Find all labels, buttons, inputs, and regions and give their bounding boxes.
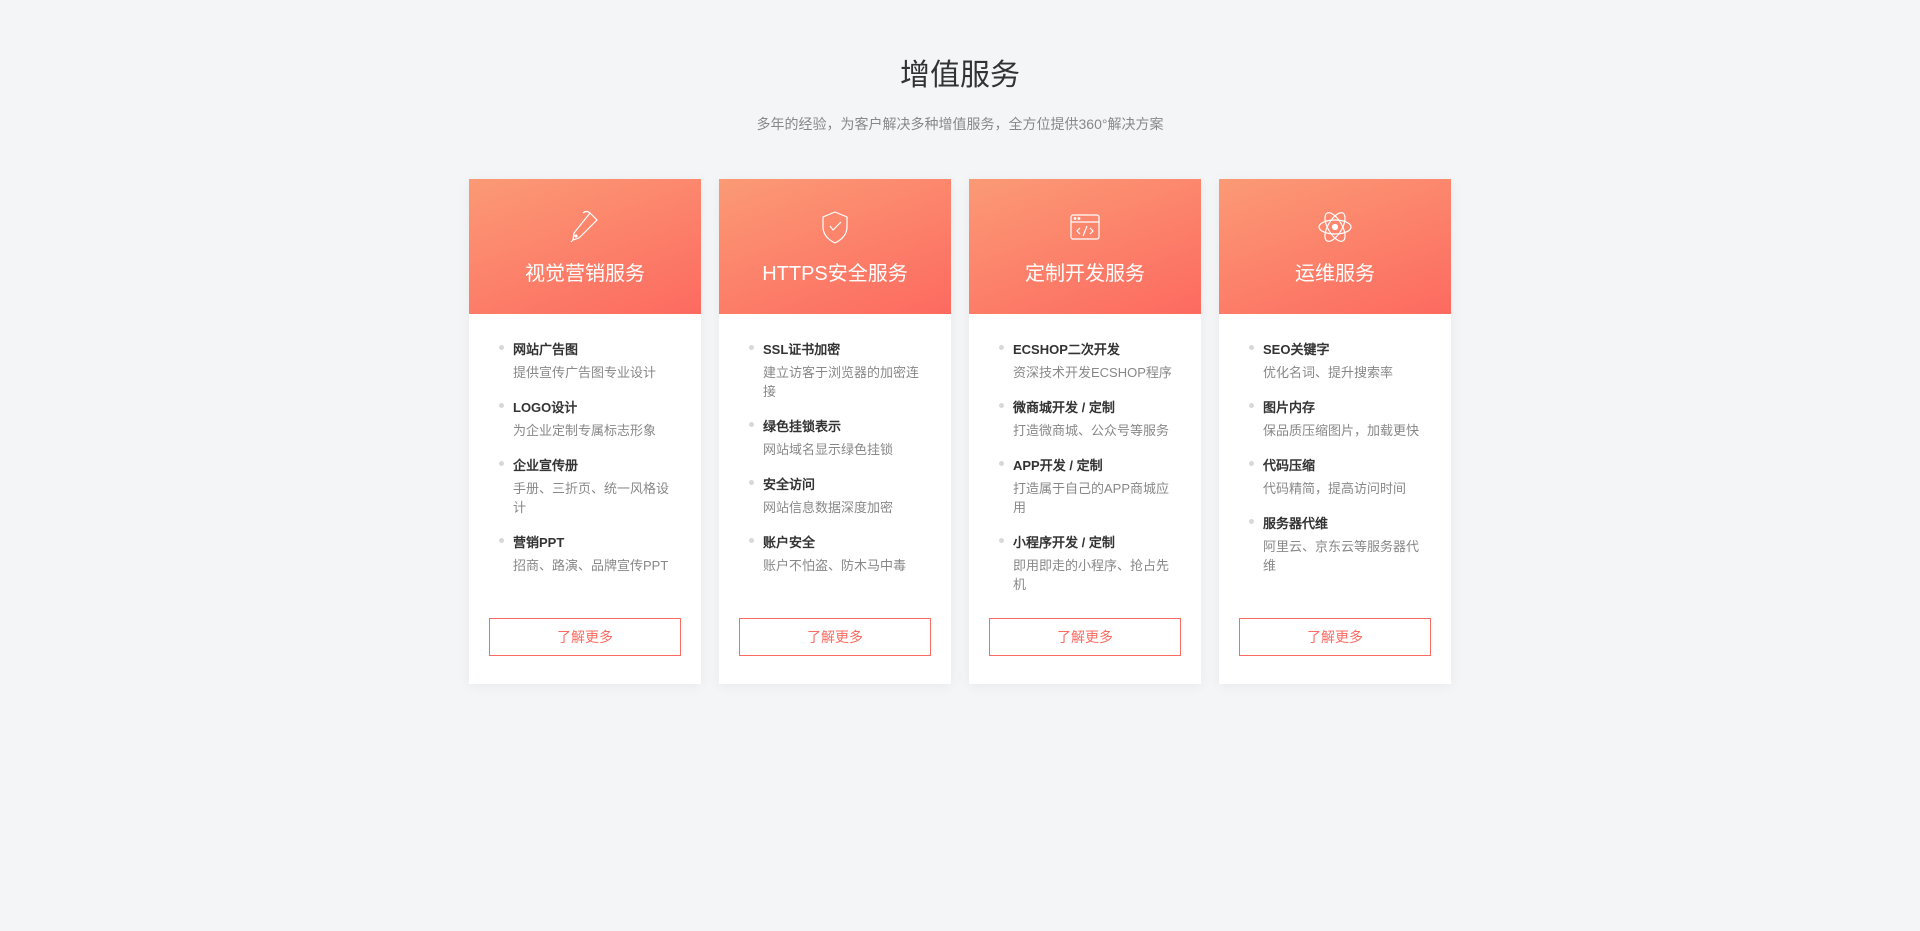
card-footer: 了解更多 <box>719 618 951 684</box>
feature-title: 微商城开发 / 定制 <box>1013 397 1181 416</box>
learn-more-button[interactable]: 了解更多 <box>989 618 1181 656</box>
feature-title: 网站广告图 <box>513 339 681 358</box>
feature-title: 营销PPT <box>513 532 681 551</box>
feature-desc: 阿里云、京东云等服务器代维 <box>1263 536 1431 574</box>
card-title: 运维服务 <box>1295 257 1375 286</box>
feature-item: 服务器代维 阿里云、京东云等服务器代维 <box>1249 513 1431 574</box>
card-header: 运维服务 <box>1219 179 1451 314</box>
feature-desc: 代码精简，提高访问时间 <box>1263 478 1431 497</box>
feature-desc: 网站信息数据深度加密 <box>763 497 931 516</box>
card-header: 定制开发服务 <box>969 179 1201 314</box>
feature-item: 企业宣传册 手册、三折页、统一风格设计 <box>499 455 681 516</box>
card-https-security: HTTPS安全服务 SSL证书加密 建立访客于浏览器的加密连接 绿色挂锁表示 网… <box>719 179 951 684</box>
feature-title: SEO关键字 <box>1263 339 1431 358</box>
feature-item: 绿色挂锁表示 网站域名显示绿色挂锁 <box>749 416 931 458</box>
feature-list: SSL证书加密 建立访客于浏览器的加密连接 绿色挂锁表示 网站域名显示绿色挂锁 … <box>749 339 931 574</box>
learn-more-button[interactable]: 了解更多 <box>739 618 931 656</box>
cards-row: 视觉营销服务 网站广告图 提供宣传广告图专业设计 LOGO设计 为企业定制专属标… <box>0 179 1920 684</box>
page-title: 增值服务 <box>0 50 1920 94</box>
card-title: 定制开发服务 <box>1025 257 1145 286</box>
feature-item: 账户安全 账户不怕盗、防木马中毒 <box>749 532 931 574</box>
feature-item: 网站广告图 提供宣传广告图专业设计 <box>499 339 681 381</box>
feature-desc: 招商、路演、品牌宣传PPT <box>513 555 681 574</box>
card-body: SSL证书加密 建立访客于浏览器的加密连接 绿色挂锁表示 网站域名显示绿色挂锁 … <box>719 314 951 618</box>
feature-title: 账户安全 <box>763 532 931 551</box>
feature-title: 企业宣传册 <box>513 455 681 474</box>
feature-title: LOGO设计 <box>513 397 681 416</box>
card-title: 视觉营销服务 <box>525 257 645 286</box>
feature-title: 图片内存 <box>1263 397 1431 416</box>
feature-list: 网站广告图 提供宣传广告图专业设计 LOGO设计 为企业定制专属标志形象 企业宣… <box>499 339 681 574</box>
feature-desc: 账户不怕盗、防木马中毒 <box>763 555 931 574</box>
browser-icon <box>1065 207 1105 247</box>
feature-title: 代码压缩 <box>1263 455 1431 474</box>
feature-item: ECSHOP二次开发 资深技术开发ECSHOP程序 <box>999 339 1181 381</box>
card-footer: 了解更多 <box>969 618 1201 684</box>
feature-desc: 即用即走的小程序、抢占先机 <box>1013 555 1181 593</box>
feature-title: 安全访问 <box>763 474 931 493</box>
card-body: ECSHOP二次开发 资深技术开发ECSHOP程序 微商城开发 / 定制 打造微… <box>969 314 1201 618</box>
feature-list: ECSHOP二次开发 资深技术开发ECSHOP程序 微商城开发 / 定制 打造微… <box>999 339 1181 593</box>
card-custom-dev: 定制开发服务 ECSHOP二次开发 资深技术开发ECSHOP程序 微商城开发 /… <box>969 179 1201 684</box>
feature-desc: 打造微商城、公众号等服务 <box>1013 420 1181 439</box>
pen-icon <box>565 207 605 247</box>
atom-icon <box>1315 207 1355 247</box>
learn-more-button[interactable]: 了解更多 <box>1239 618 1431 656</box>
feature-item: 代码压缩 代码精简，提高访问时间 <box>1249 455 1431 497</box>
feature-item: LOGO设计 为企业定制专属标志形象 <box>499 397 681 439</box>
feature-desc: 优化名词、提升搜索率 <box>1263 362 1431 381</box>
feature-item: 小程序开发 / 定制 即用即走的小程序、抢占先机 <box>999 532 1181 593</box>
page-subtitle: 多年的经验，为客户解决多种增值服务，全方位提供360°解决方案 <box>0 114 1920 134</box>
feature-desc: 网站域名显示绿色挂锁 <box>763 439 931 458</box>
feature-title: APP开发 / 定制 <box>1013 455 1181 474</box>
feature-item: APP开发 / 定制 打造属于自己的APP商城应用 <box>999 455 1181 516</box>
feature-item: SEO关键字 优化名词、提升搜索率 <box>1249 339 1431 381</box>
card-footer: 了解更多 <box>469 618 701 684</box>
page-container: 增值服务 多年的经验，为客户解决多种增值服务，全方位提供360°解决方案 视觉营… <box>0 0 1920 684</box>
feature-desc: 提供宣传广告图专业设计 <box>513 362 681 381</box>
feature-title: ECSHOP二次开发 <box>1013 339 1181 358</box>
feature-item: 图片内存 保品质压缩图片，加载更快 <box>1249 397 1431 439</box>
feature-desc: 保品质压缩图片，加载更快 <box>1263 420 1431 439</box>
card-visual-marketing: 视觉营销服务 网站广告图 提供宣传广告图专业设计 LOGO设计 为企业定制专属标… <box>469 179 701 684</box>
card-title: HTTPS安全服务 <box>762 257 908 286</box>
feature-desc: 为企业定制专属标志形象 <box>513 420 681 439</box>
feature-title: 绿色挂锁表示 <box>763 416 931 435</box>
feature-item: 微商城开发 / 定制 打造微商城、公众号等服务 <box>999 397 1181 439</box>
shield-icon <box>815 207 855 247</box>
feature-desc: 打造属于自己的APP商城应用 <box>1013 478 1181 516</box>
feature-title: 服务器代维 <box>1263 513 1431 532</box>
feature-item: SSL证书加密 建立访客于浏览器的加密连接 <box>749 339 931 400</box>
card-footer: 了解更多 <box>1219 618 1451 684</box>
feature-item: 安全访问 网站信息数据深度加密 <box>749 474 931 516</box>
card-header: 视觉营销服务 <box>469 179 701 314</box>
card-body: SEO关键字 优化名词、提升搜索率 图片内存 保品质压缩图片，加载更快 代码压缩… <box>1219 314 1451 618</box>
feature-desc: 手册、三折页、统一风格设计 <box>513 478 681 516</box>
feature-title: 小程序开发 / 定制 <box>1013 532 1181 551</box>
feature-desc: 资深技术开发ECSHOP程序 <box>1013 362 1181 381</box>
card-body: 网站广告图 提供宣传广告图专业设计 LOGO设计 为企业定制专属标志形象 企业宣… <box>469 314 701 618</box>
feature-desc: 建立访客于浏览器的加密连接 <box>763 362 931 400</box>
feature-item: 营销PPT 招商、路演、品牌宣传PPT <box>499 532 681 574</box>
card-ops: 运维服务 SEO关键字 优化名词、提升搜索率 图片内存 保品质压缩图片，加载更快… <box>1219 179 1451 684</box>
card-header: HTTPS安全服务 <box>719 179 951 314</box>
learn-more-button[interactable]: 了解更多 <box>489 618 681 656</box>
feature-title: SSL证书加密 <box>763 339 931 358</box>
feature-list: SEO关键字 优化名词、提升搜索率 图片内存 保品质压缩图片，加载更快 代码压缩… <box>1249 339 1431 574</box>
